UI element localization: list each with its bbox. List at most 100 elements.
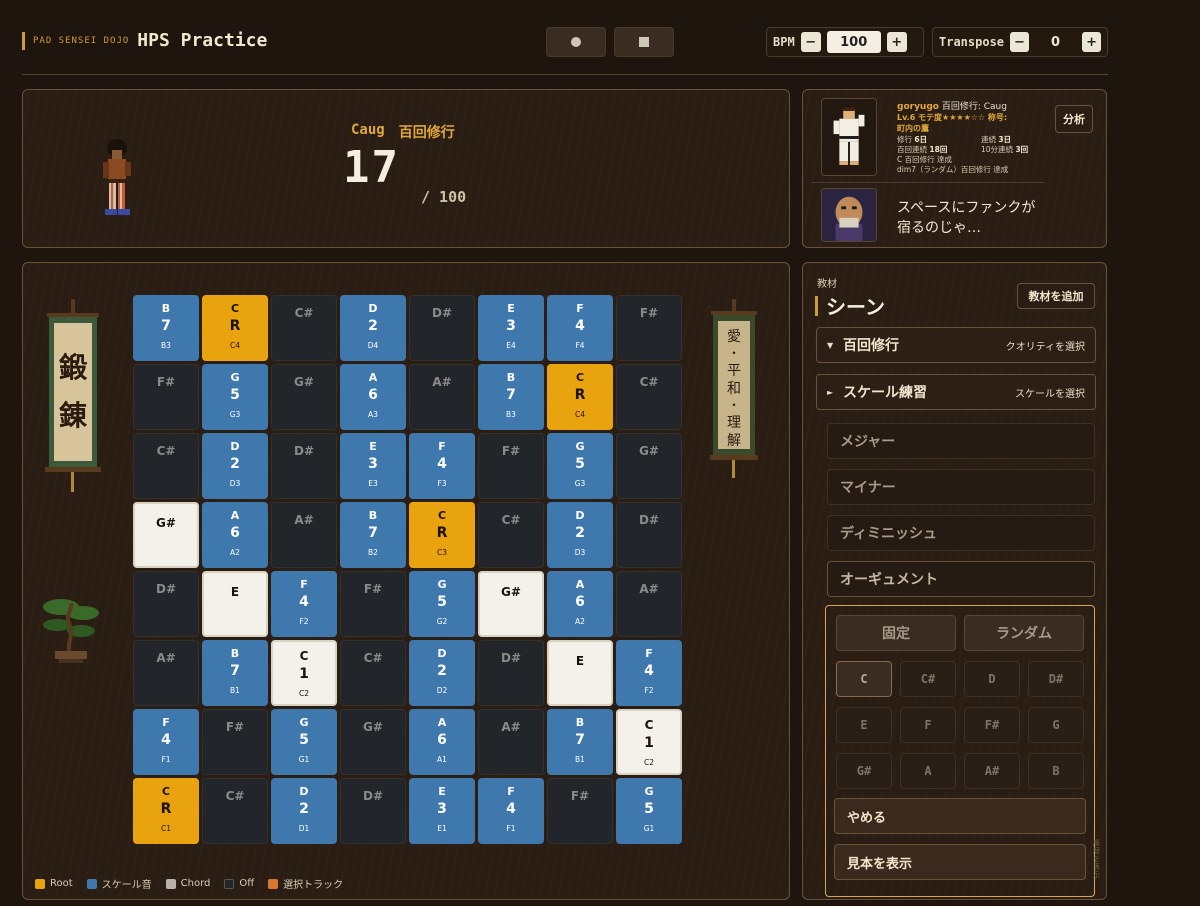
pad-chord[interactable]: G#: [478, 571, 544, 637]
pad-scale[interactable]: F 4 F2: [616, 640, 682, 706]
pad-chord[interactable]: C 1 C2: [616, 709, 682, 775]
section-scale-practice[interactable]: ► スケール練習 スケールを選択: [816, 374, 1096, 410]
pad-off[interactable]: G#: [616, 433, 682, 499]
root-key-button[interactable]: D#: [1028, 661, 1084, 697]
pad-off[interactable]: F#: [202, 709, 268, 775]
pad-scale[interactable]: D 2 D2: [409, 640, 475, 706]
show-example-button[interactable]: 見本を表示: [834, 844, 1086, 880]
pad-root[interactable]: C R C4: [202, 295, 268, 361]
pad-scale[interactable]: F 4 F1: [478, 778, 544, 844]
pad-scale[interactable]: D 2 D3: [202, 433, 268, 499]
pad-off[interactable]: C#: [133, 433, 199, 499]
root-key-button[interactable]: C#: [900, 661, 956, 697]
analyze-button[interactable]: 分析: [1055, 105, 1093, 133]
pad-scale[interactable]: G 5 G3: [202, 364, 268, 430]
root-key-button[interactable]: D: [964, 661, 1020, 697]
sidebar-subtitle: 教材: [817, 279, 837, 290]
pad-scale[interactable]: A 6 A2: [547, 571, 613, 637]
pad-chord[interactable]: E: [202, 571, 268, 637]
pad-scale[interactable]: B 7 B1: [202, 640, 268, 706]
root-key-button[interactable]: A: [900, 753, 956, 789]
pad-off[interactable]: C#: [271, 295, 337, 361]
pad-off[interactable]: C#: [340, 640, 406, 706]
pad-off[interactable]: D#: [133, 571, 199, 637]
pad-off[interactable]: D#: [409, 295, 475, 361]
pad-scale[interactable]: G 5 G1: [271, 709, 337, 775]
pad-root[interactable]: C R C4: [547, 364, 613, 430]
pad-off[interactable]: A#: [271, 502, 337, 568]
pad-off[interactable]: C#: [616, 364, 682, 430]
pad-root[interactable]: C R C1: [133, 778, 199, 844]
pad-off[interactable]: F#: [616, 295, 682, 361]
pad-off[interactable]: F#: [340, 571, 406, 637]
section-hundred-reps[interactable]: ▼ 百回修行 クオリティを選択: [816, 327, 1096, 363]
pad-scale[interactable]: D 2 D1: [271, 778, 337, 844]
pad-off[interactable]: A#: [478, 709, 544, 775]
scroll-char: 錬: [59, 399, 88, 432]
quality-major[interactable]: メジャー: [827, 423, 1095, 459]
pad-scale[interactable]: A 6 A2: [202, 502, 268, 568]
pad-off[interactable]: C#: [202, 778, 268, 844]
pad-off[interactable]: G#: [340, 709, 406, 775]
bpm-increase-button[interactable]: +: [886, 32, 907, 52]
root-key-button[interactable]: G#: [836, 753, 892, 789]
root-key-button[interactable]: F: [900, 707, 956, 743]
pad-scale[interactable]: F 4 F3: [409, 433, 475, 499]
pad-scale[interactable]: B 7 B1: [547, 709, 613, 775]
pad-off[interactable]: F#: [547, 778, 613, 844]
pad-scale[interactable]: D 2 D3: [547, 502, 613, 568]
root-key-button[interactable]: E: [836, 707, 892, 743]
pad-off[interactable]: D#: [478, 640, 544, 706]
pad-scale[interactable]: A 6 A1: [409, 709, 475, 775]
root-key-button[interactable]: G: [1028, 707, 1084, 743]
pad-scale[interactable]: G 5 G2: [409, 571, 475, 637]
pad-scale[interactable]: F 4 F4: [547, 295, 613, 361]
add-material-button[interactable]: 教材を追加: [1017, 283, 1095, 309]
pad-scale[interactable]: B 7 B3: [478, 364, 544, 430]
mode-random-button[interactable]: ランダム: [964, 615, 1084, 651]
pad-chord[interactable]: E: [547, 640, 613, 706]
bpm-decrease-button[interactable]: −: [800, 32, 821, 52]
pad-off[interactable]: D#: [271, 433, 337, 499]
pad-off[interactable]: F#: [478, 433, 544, 499]
pad-scale[interactable]: A 6 A3: [340, 364, 406, 430]
pad-off[interactable]: D#: [616, 502, 682, 568]
pad-scale[interactable]: F 4 F2: [271, 571, 337, 637]
quality-diminished[interactable]: ディミニッシュ: [827, 515, 1095, 551]
pad-scale[interactable]: G 5 G1: [616, 778, 682, 844]
pad-note: G#: [501, 585, 521, 599]
root-key-button[interactable]: F#: [964, 707, 1020, 743]
pad-note: C: [299, 649, 309, 663]
pad-scale[interactable]: B 7 B3: [133, 295, 199, 361]
pad-chord[interactable]: C 1 C2: [271, 640, 337, 706]
quality-minor[interactable]: マイナー: [827, 469, 1095, 505]
hanging-scroll-right: 愛 ・ 平 和 ・ 理 解: [710, 299, 758, 478]
quit-button[interactable]: やめる: [834, 798, 1086, 834]
pad-off[interactable]: D#: [340, 778, 406, 844]
pad-scale[interactable]: E 3 E1: [409, 778, 475, 844]
pad-scale[interactable]: D 2 D4: [340, 295, 406, 361]
pad-root[interactable]: C R C3: [409, 502, 475, 568]
pad-scale[interactable]: G 5 G3: [547, 433, 613, 499]
root-key-button[interactable]: C: [836, 661, 892, 697]
pad-chord[interactable]: G#: [133, 502, 199, 568]
pad-scale[interactable]: F 4 F1: [133, 709, 199, 775]
mode-fixed-button[interactable]: 固定: [836, 615, 956, 651]
transpose-decrease-button[interactable]: −: [1010, 32, 1029, 52]
pad-off[interactable]: A#: [133, 640, 199, 706]
pad-off[interactable]: F#: [133, 364, 199, 430]
transpose-increase-button[interactable]: +: [1082, 32, 1101, 52]
pad-off[interactable]: A#: [616, 571, 682, 637]
pad-off[interactable]: C#: [478, 502, 544, 568]
pad-off[interactable]: A#: [409, 364, 475, 430]
pad-scale[interactable]: E 3 E3: [340, 433, 406, 499]
record-button[interactable]: [546, 27, 606, 57]
pad-scale[interactable]: E 3 E4: [478, 295, 544, 361]
stop-button[interactable]: [614, 27, 674, 57]
quality-augmented[interactable]: オーギュメント: [827, 561, 1095, 597]
bpm-input[interactable]: 100: [826, 31, 881, 53]
pad-off[interactable]: G#: [271, 364, 337, 430]
root-key-button[interactable]: A#: [964, 753, 1020, 789]
root-key-button[interactable]: B: [1028, 753, 1084, 789]
pad-scale[interactable]: B 7 B2: [340, 502, 406, 568]
